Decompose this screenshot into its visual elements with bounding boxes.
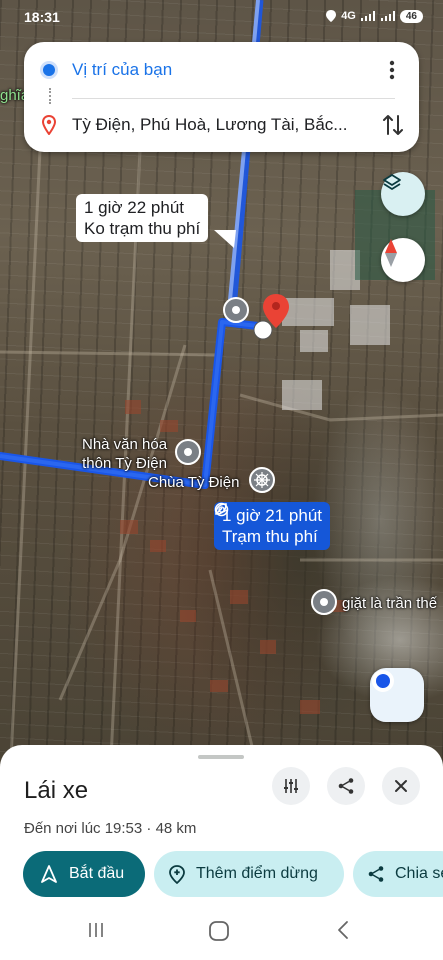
status-bar: 18:31 4G 46 (0, 0, 443, 34)
my-location-button[interactable] (370, 668, 424, 722)
destination-pin-icon[interactable] (250, 292, 296, 342)
laundry-label[interactable]: giặt là trần thế (342, 594, 437, 613)
destination-row[interactable]: Tỳ Điện, Phú Hoà, Lương Tài, Bắc... (24, 100, 419, 150)
battery-indicator: 46 (399, 9, 423, 23)
transit-marker-icon[interactable] (222, 296, 252, 330)
swap-icon[interactable] (381, 112, 405, 138)
travel-mode-title: Lái xe (24, 777, 89, 804)
directions-sheet: Lái xe Đến nơi lúc 19:53 · 48 km Bắt đầu… (0, 745, 443, 960)
add-stop-label: Thêm điểm dừng (196, 865, 318, 882)
alt-callout-pointer (214, 230, 236, 248)
main-route-duration: 1 giờ 21 phút (222, 506, 322, 525)
alt-route-duration: 1 giờ 22 phút (84, 198, 184, 217)
layers-button[interactable] (381, 172, 425, 216)
more-options-icon[interactable] (381, 59, 403, 81)
recent-apps-icon[interactable] (86, 920, 106, 940)
share-chip-icon (368, 866, 384, 882)
main-route-callout[interactable]: 1 giờ 21 phút Trạm thu phí (214, 502, 330, 550)
share-chip-button[interactable]: Chia sẻ (353, 851, 443, 897)
destination-field[interactable]: Tỳ Điện, Phú Hoà, Lương Tài, Bắc... (72, 115, 347, 135)
back-icon[interactable] (334, 920, 352, 940)
directions-card: Vị trí của bạn Tỳ Điện, Phú Hoà, Lương T… (24, 42, 419, 152)
my-location-icon (372, 670, 394, 692)
signal-bars-icon (360, 11, 375, 21)
tune-icon (284, 779, 298, 793)
share-icon (338, 778, 354, 794)
alt-route-callout[interactable]: 1 giờ 22 phút Ko trạm thu phí (76, 194, 209, 242)
laundry-marker-icon[interactable] (310, 588, 340, 618)
culture-house-marker-icon[interactable] (174, 438, 204, 472)
home-icon[interactable] (208, 920, 230, 942)
start-navigation-button[interactable]: Bắt đầu (23, 851, 145, 897)
status-time: 18:31 (24, 9, 60, 25)
origin-row[interactable]: Vị trí của bạn (24, 45, 419, 95)
close-icon (395, 780, 407, 792)
add-stop-button[interactable]: Thêm điểm dừng (154, 851, 344, 897)
navigation-arrow-icon (41, 865, 57, 883)
share-route-button[interactable] (327, 767, 365, 805)
origin-field[interactable]: Vị trí của bạn (72, 60, 172, 80)
pagoda-marker-icon[interactable] (248, 466, 276, 494)
system-nav-bar (0, 910, 443, 960)
status-icons: 4G 46 (325, 9, 423, 23)
compass-icon (385, 239, 397, 267)
culture-house-label-line1: Nhà văn hóa (82, 436, 168, 453)
card-divider (72, 98, 395, 99)
location-status-icon (326, 10, 337, 22)
main-route-note: Trạm thu phí (222, 527, 318, 546)
culture-house-label[interactable]: Nhà văn hóa thôn Tỳ Điện (82, 435, 167, 473)
signal-bars-2-icon (380, 11, 395, 21)
route-options-button[interactable] (272, 767, 310, 805)
destination-pin-small-icon (42, 115, 56, 135)
sheet-drag-handle[interactable] (198, 755, 244, 759)
close-button[interactable] (382, 767, 420, 805)
share-chip-label: Chia sẻ (395, 865, 443, 882)
culture-house-label-line2: thôn Tỳ Điện (82, 455, 167, 472)
signal-type: 4G (341, 10, 356, 22)
compass-button[interactable] (381, 238, 425, 282)
add-location-icon (169, 865, 185, 884)
arrival-info: Đến nơi lúc 19:53 · 48 km (24, 820, 197, 837)
alt-route-note: Ko trạm thu phí (84, 219, 201, 238)
origin-dot-icon (43, 64, 55, 76)
start-label: Bắt đầu (69, 865, 125, 882)
toll-icon (214, 502, 229, 517)
pagoda-label[interactable]: Chùa Tỳ Điện (148, 473, 239, 492)
layers-icon (383, 174, 401, 190)
